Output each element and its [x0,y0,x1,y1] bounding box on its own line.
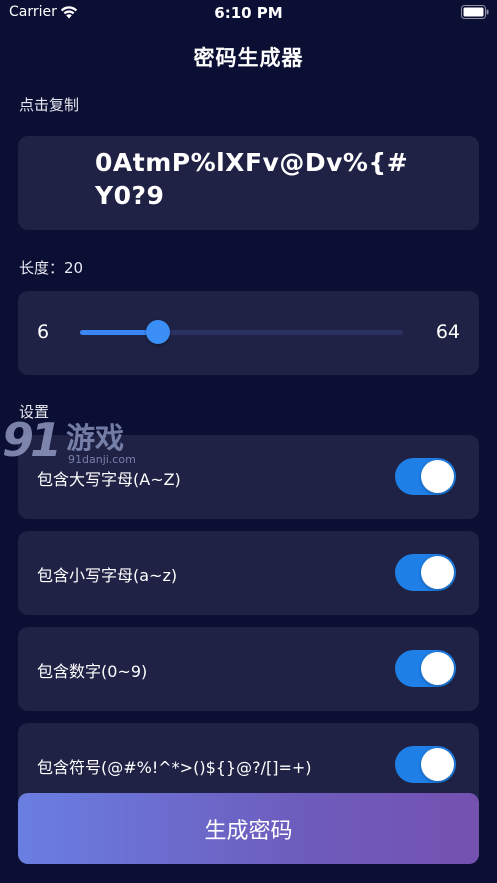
generate-password-button[interactable]: 生成密码 [18,793,479,864]
setting-lowercase: 包含小写字母(a~z) [18,531,479,615]
generated-password[interactable]: 0AtmP%lXFv@Dv%{#Y0?9 [95,146,425,212]
length-label: 长度：20 [19,259,84,277]
digits-toggle[interactable] [395,650,456,687]
setting-label: 包含符号(@#%!^*>()${}@?/[]=+) [37,758,312,777]
watermark-logo: 91 游戏 91danji.com [2,413,138,469]
setting-label: 包含数字(0~9) [37,662,148,681]
page-title: 密码生成器 [193,46,304,70]
setting-label: 包含小写字母(a~z) [37,566,178,585]
slider-thumb[interactable] [145,320,170,344]
length-slider-card: 6 64 [18,291,479,375]
symbols-toggle[interactable] [395,746,456,783]
lowercase-toggle[interactable] [395,554,456,591]
toggle-knob [421,556,454,589]
setting-digits: 包含数字(0~9) [18,627,479,711]
watermark-number: 91 [2,413,62,467]
copy-section-label: 点击复制 [19,96,80,114]
toggle-knob [421,748,454,781]
toggle-knob [421,652,454,685]
length-slider[interactable] [80,320,403,344]
status-bar: Carrier 6:10 PM [0,0,497,28]
setting-label: 包含大写字母(A~Z) [37,470,181,489]
toggle-knob [421,460,454,493]
battery-icon [461,5,489,19]
slider-max-label: 64 [435,321,460,343]
watermark-game-text: 游戏 [66,421,125,455]
status-time: 6:10 PM [214,4,283,22]
uppercase-toggle[interactable] [395,458,456,495]
watermark-site-text: 91danji.com [68,453,136,466]
password-copy-card[interactable]: 0AtmP%lXFv@Dv%{#Y0?9 [18,136,479,230]
slider-min-label: 6 [37,321,50,343]
